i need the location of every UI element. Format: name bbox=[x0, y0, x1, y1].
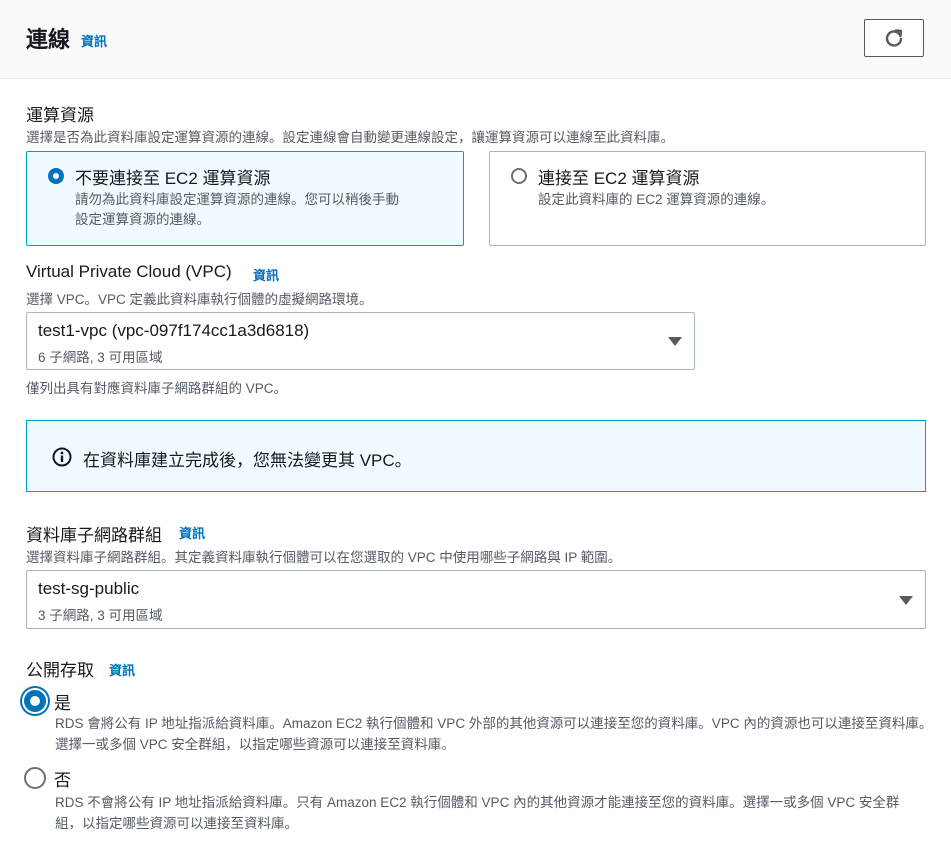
radio-public-yes[interactable] bbox=[24, 690, 46, 712]
public-access-info-link[interactable]: 資訊 bbox=[109, 660, 135, 679]
subnet-info-link[interactable]: 資訊 bbox=[179, 523, 205, 542]
option-desc-line2: 設定運算資源的連線。 bbox=[75, 212, 210, 227]
info-link[interactable]: 資訊 bbox=[81, 31, 107, 50]
option-title: 連接至 EC2 運算資源 bbox=[538, 169, 700, 188]
compute-description: 選擇是否為此資料庫設定運算資源的連線。設定連線會自動變更連線設定，讓運算資源可以… bbox=[26, 130, 674, 145]
option-title: 不要連接至 EC2 運算資源 bbox=[75, 169, 271, 188]
refresh-icon bbox=[885, 29, 903, 47]
subnet-label: 資料庫子網路群組 bbox=[26, 526, 162, 545]
subnet-select[interactable]: test-sg-public 3 子網路, 3 可用區域 bbox=[26, 570, 926, 629]
option-desc: 設定此資料庫的 EC2 運算資源的連線。 bbox=[538, 192, 775, 207]
alert-text: 在資料庫建立完成後，您無法變更其 VPC。 bbox=[83, 451, 412, 470]
public-no-desc: RDS 不會將公有 IP 地址指派給資料庫。只有 Amazon EC2 執行個體… bbox=[55, 795, 900, 831]
subnet-select-sub: 3 子網路, 3 可用區域 bbox=[38, 608, 163, 623]
section-header: 連線 資訊 bbox=[0, 0, 951, 79]
vpc-label: Virtual Private Cloud (VPC) bbox=[26, 262, 232, 281]
caret-down-icon bbox=[668, 337, 682, 346]
subnet-description: 選擇資料庫子網路群組。其定義資料庫執行個體可以在您選取的 VPC 中使用哪些子網… bbox=[26, 550, 622, 565]
compute-option-no-connect[interactable]: 不要連接至 EC2 運算資源 請勿為此資料庫設定運算資源的連線。您可以稍後手動 … bbox=[26, 151, 464, 246]
public-access-label: 公開存取 bbox=[26, 661, 94, 680]
vpc-select[interactable]: test1-vpc (vpc-097f174cc1a3d6818) 6 子網路,… bbox=[26, 312, 695, 370]
vpc-hint: 僅列出具有對應資料庫子網路群組的 VPC。 bbox=[26, 381, 288, 396]
compute-label: 運算資源 bbox=[26, 106, 94, 125]
radio-public-no[interactable] bbox=[24, 767, 46, 789]
info-alert: 在資料庫建立完成後，您無法變更其 VPC。 bbox=[26, 420, 926, 492]
vpc-description: 選擇 VPC。VPC 定義此資料庫執行個體的虛擬網路環境。 bbox=[26, 292, 373, 307]
option-desc-line1: 請勿為此資料庫設定運算資源的連線。您可以稍後手動 bbox=[75, 192, 399, 207]
info-icon bbox=[52, 447, 72, 467]
public-yes-label[interactable]: 是 bbox=[54, 689, 71, 714]
public-no-label[interactable]: 否 bbox=[54, 766, 71, 791]
caret-down-icon bbox=[899, 596, 913, 605]
radio-no-connect[interactable] bbox=[48, 168, 64, 184]
refresh-button[interactable] bbox=[864, 19, 924, 57]
vpc-select-sub: 6 子網路, 3 可用區域 bbox=[38, 350, 163, 365]
compute-option-connect[interactable]: 連接至 EC2 運算資源 設定此資料庫的 EC2 運算資源的連線。 bbox=[489, 151, 926, 246]
section-title: 連線 bbox=[26, 27, 71, 52]
radio-connect[interactable] bbox=[511, 168, 527, 184]
vpc-select-value: test1-vpc (vpc-097f174cc1a3d6818) bbox=[38, 321, 310, 340]
subnet-select-value: test-sg-public bbox=[38, 579, 140, 598]
vpc-info-link[interactable]: 資訊 bbox=[253, 265, 279, 284]
public-yes-desc: RDS 會將公有 IP 地址指派給資料庫。Amazon EC2 執行個體和 VP… bbox=[55, 716, 933, 752]
